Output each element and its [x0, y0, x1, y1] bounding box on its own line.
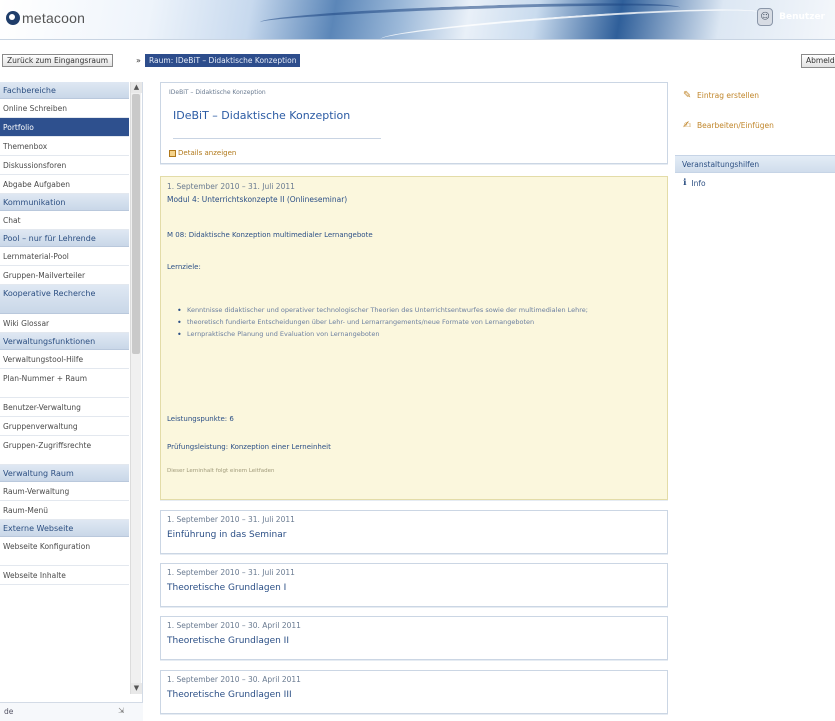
- sidebar-section-heading: Verwaltungsfunktionen: [0, 333, 129, 350]
- sidebar-section-heading: Kooperative Recherche: [0, 285, 129, 314]
- sidebar-item-themenbox[interactable]: Themenbox: [0, 137, 129, 156]
- create-entry-label: Eintrag erstellen: [697, 91, 760, 100]
- breadcrumb[interactable]: Raum: IDeBiT – Didaktische Konzeption: [145, 54, 301, 67]
- sidebar-section-heading: Verwaltung Raum: [0, 465, 129, 482]
- module-note: Dieser Lerninhalt folgt einem Leitfaden: [167, 468, 275, 474]
- sidebar-item-raum-menue[interactable]: Raum-Menü: [0, 501, 129, 520]
- exam-text: Prüfungsleistung: Konzeption einer Lerne…: [167, 443, 331, 451]
- credits-text: Leistungspunkte: 6: [167, 415, 234, 423]
- module-title: Modul 4: Unterrichtskonzepte II (Onlines…: [167, 195, 348, 204]
- sidebar-section-heading: Pool – nur für Lehrende: [0, 230, 129, 247]
- sidebar-item-gruppenverwaltung[interactable]: Gruppenverwaltung: [0, 417, 129, 436]
- sidebar-item-chat[interactable]: Chat: [0, 211, 129, 230]
- sidebar-section-heading: Kommunikation: [0, 194, 129, 211]
- scroll-up-arrow-icon[interactable]: ▲: [131, 82, 142, 93]
- session-title: Theoretische Grundlagen II: [167, 636, 289, 646]
- app-header: metacoon ☺ Benutzer: [0, 0, 835, 40]
- sidebar-item-online-schreiben[interactable]: Online Schreiben: [0, 99, 129, 118]
- pen-icon: ✎: [683, 90, 692, 101]
- show-details-link[interactable]: Details anzeigen: [169, 149, 236, 157]
- user-area[interactable]: ☺ Benutzer: [757, 8, 825, 26]
- info-icon: ℹ: [683, 178, 687, 188]
- sidebar-scrollbar[interactable]: ▲ ▼: [130, 82, 142, 694]
- session-date: 1. September 2010 – 31. Juli 2011: [167, 515, 295, 524]
- logo-text: metacoon: [22, 10, 86, 26]
- right-panel: ✎ Eintrag erstellen ✍ Bearbeiten/Einfüge…: [675, 82, 835, 721]
- title-divider: [173, 138, 381, 139]
- info-label: Info: [691, 178, 706, 188]
- session-date: 1. September 2010 – 31. Juli 2011: [167, 568, 295, 577]
- sidebar: Fachbereiche Online Schreiben Portfolio …: [0, 82, 143, 721]
- session-title: Einführung in das Seminar: [167, 530, 287, 540]
- sidebar-item-plan-nummer-raum[interactable]: Plan-Nummer + Raum: [0, 369, 129, 398]
- sidebar-section-heading: Fachbereiche: [0, 82, 129, 99]
- sidebar-item-benutzer-verwaltung[interactable]: Benutzer-Verwaltung: [0, 398, 129, 417]
- sidebar-item-abgabe-aufgaben[interactable]: Abgabe Aufgaben: [0, 175, 129, 194]
- module-subtitle: M 08: Didaktische Konzeption multimedial…: [167, 231, 373, 239]
- sidebar-item-webseite-inhalte[interactable]: Webseite Inhalte: [0, 566, 129, 585]
- session-card[interactable]: 1. September 2010 – 30. April 2011 Theor…: [160, 670, 668, 714]
- sidebar-item-raum-verwaltung[interactable]: Raum-Verwaltung: [0, 482, 129, 501]
- sidebar-item-wiki-glossar[interactable]: Wiki Glossar: [0, 314, 129, 333]
- list-item: theoretisch fundierte Entscheidungen übe…: [177, 317, 659, 328]
- sidebar-item-diskussionsforen[interactable]: Diskussionsforen: [0, 156, 129, 175]
- sidebar-item-gruppen-zugriffsrechte[interactable]: Gruppen-Zugriffsrechte: [0, 436, 129, 465]
- room-header-card: IDeBiT – Didaktische Konzeption IDeBiT –…: [160, 82, 668, 164]
- lernziele-list: Kenntnisse didaktischer und operativer t…: [177, 305, 659, 341]
- back-to-entrance-button[interactable]: Zurück zum Eingangsraum: [2, 54, 114, 67]
- scroll-down-arrow-icon[interactable]: ▼: [131, 683, 142, 694]
- sidebar-footer: de ⇲: [0, 702, 143, 721]
- sidebar-section-heading: Externe Webseite: [0, 520, 129, 537]
- scrollbar-thumb[interactable]: [132, 94, 140, 354]
- resize-icon[interactable]: ⇲: [118, 706, 124, 715]
- module-card[interactable]: 1. September 2010 – 31. Juli 2011 Modul …: [160, 176, 668, 500]
- edit-icon: ✍: [683, 120, 692, 131]
- edit-insert-label: Bearbeiten/Einfügen: [697, 121, 774, 130]
- room-breadcrumb: IDeBiT – Didaktische Konzeption: [169, 89, 266, 96]
- session-card[interactable]: 1. September 2010 – 30. April 2011 Theor…: [160, 616, 668, 660]
- app-logo[interactable]: metacoon: [6, 10, 85, 26]
- panel-heading: Veranstaltungshilfen: [675, 155, 835, 173]
- session-date: 1. September 2010 – 30. April 2011: [167, 675, 301, 684]
- show-details-label: Details anzeigen: [178, 149, 237, 157]
- session-title: Theoretische Grundlagen I: [167, 583, 287, 593]
- navbar: Zurück zum Eingangsraum » Raum: IDeBiT –…: [0, 54, 835, 68]
- logout-button[interactable]: Abmelden: [801, 54, 835, 68]
- sidebar-nav: Fachbereiche Online Schreiben Portfolio …: [0, 82, 129, 585]
- main-content: IDeBiT – Didaktische Konzeption IDeBiT –…: [160, 82, 668, 721]
- user-avatar-icon: ☺: [757, 8, 774, 26]
- sidebar-item-lernmaterial-pool[interactable]: Lernmaterial-Pool: [0, 247, 129, 266]
- lernziele-label: Lernziele:: [167, 263, 201, 271]
- sidebar-item-webseite-konfiguration[interactable]: Webseite Konfiguration: [0, 537, 129, 566]
- list-item: Lernpraktische Planung und Evaluation vo…: [177, 329, 659, 340]
- sidebar-item-gruppen-mailverteiler[interactable]: Gruppen-Mailverteiler: [0, 266, 129, 285]
- user-name: Benutzer: [779, 12, 825, 22]
- list-item: Kenntnisse didaktischer und operativer t…: [177, 305, 659, 316]
- session-card[interactable]: 1. September 2010 – 31. Juli 2011 Einfüh…: [160, 510, 668, 554]
- breadcrumb-separator: »: [136, 56, 141, 65]
- sidebar-item-verwaltungstool-hilfe[interactable]: Verwaltungstool-Hilfe: [0, 350, 129, 369]
- sidebar-item-portfolio[interactable]: Portfolio: [0, 118, 129, 137]
- session-date: 1. September 2010 – 30. April 2011: [167, 621, 301, 630]
- logo-icon: [6, 11, 20, 25]
- session-card[interactable]: 1. September 2010 – 31. Juli 2011 Theore…: [160, 563, 668, 607]
- info-link[interactable]: ℹ Info: [683, 178, 706, 188]
- create-entry-link[interactable]: ✎ Eintrag erstellen: [683, 90, 759, 101]
- page-title: IDeBiT – Didaktische Konzeption: [173, 109, 351, 122]
- session-title: Theoretische Grundlagen III: [167, 690, 292, 700]
- language-selector[interactable]: de: [4, 707, 13, 716]
- details-icon: [169, 149, 176, 157]
- module-date: 1. September 2010 – 31. Juli 2011: [167, 182, 295, 191]
- edit-insert-link[interactable]: ✍ Bearbeiten/Einfügen: [683, 120, 774, 131]
